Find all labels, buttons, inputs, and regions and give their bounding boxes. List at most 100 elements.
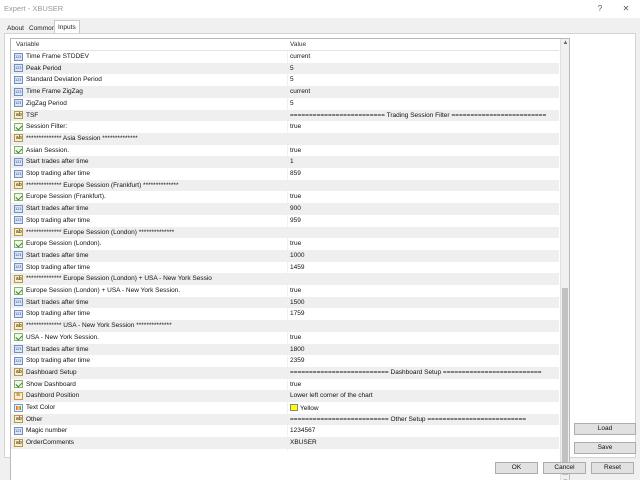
- variable-name: Stop trading after time: [26, 216, 90, 224]
- table-row[interactable]: Magic number 1234567: [11, 425, 559, 437]
- variable-value[interactable]: ========================== Other Setup =…: [290, 416, 526, 423]
- table-row[interactable]: Start trades after time 900: [11, 203, 559, 215]
- table-row[interactable]: Start trades after time 1800: [11, 343, 559, 356]
- variable-value[interactable]: ========================== Dashboard Set…: [290, 369, 542, 376]
- variable-value[interactable]: 1800: [290, 346, 304, 353]
- variable-value-text: 1234567: [290, 427, 316, 435]
- table-row[interactable]: Europe Session (Frankfurt). true: [11, 191, 559, 203]
- table-row[interactable]: Text Color Yellow: [11, 402, 559, 414]
- variable-value[interactable]: true: [290, 240, 301, 247]
- variable-name: Magic number: [26, 427, 68, 435]
- variable-value[interactable]: 1000: [290, 252, 304, 259]
- reset-button[interactable]: Reset: [591, 462, 634, 474]
- variable-name: Europe Session (London) + USA - New York…: [26, 287, 181, 294]
- number-icon: [14, 298, 23, 307]
- table-row[interactable]: Standard Deviation Period 5: [11, 74, 559, 86]
- text-icon: [14, 415, 23, 424]
- variable-value[interactable]: 5: [290, 76, 294, 83]
- table-row[interactable]: Stop trading after time 1459: [11, 262, 559, 274]
- table-row[interactable]: ************** Asia Session ************…: [11, 132, 559, 145]
- table-row[interactable]: Show Dashboard true: [11, 379, 559, 391]
- table-row[interactable]: USA - New York Session. true: [11, 332, 559, 344]
- save-button[interactable]: Save: [574, 442, 636, 454]
- cancel-button[interactable]: Cancel: [543, 462, 586, 474]
- table-row[interactable]: Stop trading after time 2359: [11, 355, 559, 367]
- table-row[interactable]: Stop trading after time 859: [11, 168, 559, 180]
- table-row[interactable]: ************** USA - New York Session **…: [11, 320, 559, 332]
- variable-value[interactable]: 900: [290, 205, 301, 212]
- table-row[interactable]: Session Filter: true: [11, 121, 559, 133]
- variable-name: Stop trading after time: [26, 357, 90, 365]
- scroll-up-icon[interactable]: ▲: [561, 39, 569, 48]
- ok-button[interactable]: OK: [495, 462, 538, 474]
- variable-value-text: ========================== Dashboard Set…: [290, 368, 542, 376]
- inputs-grid: Variable Value Time Frame STDDEV current P…: [10, 38, 570, 480]
- variable-name: Stop trading after time: [26, 170, 90, 177]
- variable-name: Time Frame ZigZag: [26, 88, 83, 96]
- color-swatch[interactable]: [290, 404, 298, 411]
- table-row[interactable]: Dashboard Setup =========================…: [11, 366, 559, 379]
- variable-value[interactable]: 859: [290, 170, 301, 177]
- help-button[interactable]: ?: [592, 2, 608, 16]
- color-icon: [14, 403, 23, 412]
- table-row[interactable]: Start trades after time 1: [11, 156, 559, 168]
- variable-value[interactable]: true: [290, 287, 301, 294]
- table-row[interactable]: Stop trading after time 1759: [11, 308, 559, 320]
- variable-value[interactable]: Lower left corner of the chart: [290, 392, 373, 399]
- variable-value[interactable]: 1234567: [290, 427, 315, 434]
- table-row[interactable]: Start trades after time 1500: [11, 296, 559, 309]
- variable-name: Start trades after time: [26, 298, 89, 306]
- variable-value[interactable]: true: [290, 147, 301, 154]
- table-row[interactable]: Europe Session (London) + USA - New York…: [11, 285, 559, 297]
- table-row[interactable]: ************** Europe Session (London) *…: [11, 226, 559, 239]
- variable-value[interactable]: ========================= Trading Sessio…: [290, 112, 546, 119]
- variable-name: Europe Session (Frankfurt).: [26, 193, 106, 201]
- variable-value-text: 5: [290, 99, 294, 107]
- variable-value[interactable]: true: [290, 193, 301, 200]
- variable-value[interactable]: 959: [290, 217, 301, 224]
- variable-value[interactable]: 1759: [290, 310, 304, 317]
- variable-value[interactable]: 1459: [290, 264, 304, 271]
- variable-value[interactable]: true: [290, 334, 301, 341]
- variable-value[interactable]: current: [290, 53, 310, 60]
- column-header-variable[interactable]: Variable: [16, 41, 39, 48]
- variable-name: ************** Europe Session (London) +…: [26, 275, 212, 283]
- variable-value[interactable]: 1: [290, 158, 294, 165]
- variable-value-text: true: [290, 380, 302, 388]
- load-button[interactable]: Load: [574, 423, 636, 435]
- table-row[interactable]: Europe Session (London). true: [11, 238, 559, 250]
- variable-value[interactable]: 2359: [290, 357, 304, 364]
- table-row[interactable]: OrderComments XBUSER: [11, 437, 559, 449]
- variable-value[interactable]: 1500: [290, 299, 304, 306]
- table-row[interactable]: Peak Period 5: [11, 62, 559, 75]
- window-title: Expert - XBUSER: [4, 4, 64, 13]
- table-row[interactable]: Start trades after time 1000: [11, 249, 559, 262]
- vertical-scrollbar[interactable]: ▲ ▼: [560, 39, 569, 480]
- table-row[interactable]: TSF ========================= Trading Ses…: [11, 109, 559, 122]
- column-header-value[interactable]: Value: [290, 41, 306, 48]
- variable-name: Dashbord Position: [26, 392, 80, 400]
- variable-value[interactable]: current: [290, 88, 310, 95]
- variable-value-text: true: [290, 193, 302, 201]
- variable-value[interactable]: true: [290, 381, 301, 388]
- number-icon: [14, 356, 23, 365]
- variable-name: Start trades after time: [26, 345, 89, 353]
- table-row[interactable]: Time Frame STDDEV current: [11, 51, 559, 63]
- variable-value[interactable]: XBUSER: [290, 439, 317, 446]
- table-row[interactable]: ************** Europe Session (Frankfurt…: [11, 179, 559, 192]
- variable-value[interactable]: Yellow: [290, 404, 319, 412]
- variable-value[interactable]: 5: [290, 100, 294, 107]
- table-row[interactable]: ************** Europe Session (London) +…: [11, 273, 559, 285]
- table-row[interactable]: Other ========================== Other Se…: [11, 413, 559, 426]
- table-row[interactable]: Stop trading after time 959: [11, 215, 559, 227]
- table-row[interactable]: Time Frame ZigZag current: [11, 86, 559, 98]
- table-row[interactable]: ZigZag Period 5: [11, 98, 559, 110]
- variable-name: Dashboard Setup: [26, 368, 77, 376]
- table-row[interactable]: Asian Session. true: [11, 145, 559, 157]
- variable-value[interactable]: true: [290, 123, 301, 130]
- scroll-thumb[interactable]: [562, 288, 568, 475]
- close-button[interactable]: ✕: [618, 2, 634, 16]
- tab-inputs[interactable]: Inputs: [54, 20, 80, 34]
- table-row[interactable]: Dashbord Position Lower left corner of th…: [11, 390, 559, 402]
- variable-value[interactable]: 5: [290, 65, 294, 72]
